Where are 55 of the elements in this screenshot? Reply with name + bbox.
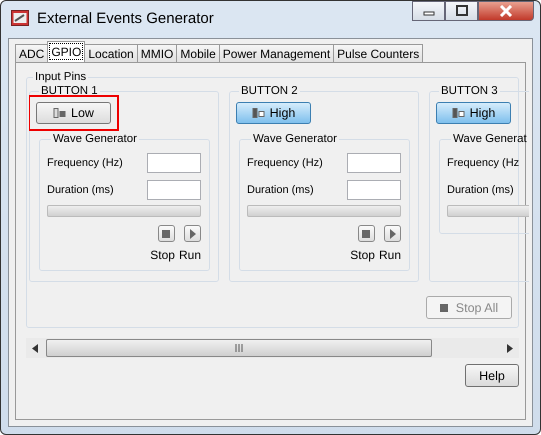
play-button[interactable] <box>384 225 401 242</box>
group-title: Input Pins <box>34 71 88 83</box>
toggle-icon <box>53 108 68 118</box>
toggle-icon <box>452 108 466 118</box>
field-label: Duration (ms) <box>447 184 514 196</box>
toggle-button[interactable]: High <box>236 102 311 124</box>
minimize-button[interactable] <box>412 1 445 21</box>
tab[interactable]: Mobile <box>176 44 220 62</box>
control-label: Stop <box>150 248 175 262</box>
play-button[interactable] <box>184 225 201 242</box>
help-button[interactable]: Help <box>465 364 519 387</box>
scroll-left-icon[interactable] <box>32 344 38 352</box>
field-label: Duration (ms) <box>247 184 314 196</box>
input-field[interactable] <box>347 180 401 200</box>
control-label: Run <box>178 248 201 262</box>
app-icon <box>11 10 29 26</box>
field-label: Frequency (Hz <box>447 156 520 168</box>
tab[interactable]: GPIO <box>47 41 86 62</box>
group-title: Wave Generat <box>452 133 528 145</box>
control-label: Stop <box>350 248 375 262</box>
stop-icon <box>362 230 370 238</box>
group-title: BUTTON 1 <box>40 85 99 97</box>
tab[interactable]: MMIO <box>136 44 178 62</box>
play-icon <box>188 228 196 238</box>
scrollbar-thumb[interactable] <box>46 339 432 357</box>
field-label: Frequency (Hz) <box>47 156 123 168</box>
tab[interactable]: Pulse Counters <box>333 44 424 62</box>
group-title: BUTTON 3 <box>440 85 499 97</box>
toggle-button[interactable]: High <box>436 102 511 124</box>
stop-icon <box>440 304 448 312</box>
stop-icon <box>162 230 170 238</box>
stop-button[interactable] <box>358 225 375 242</box>
tab[interactable]: Location <box>84 44 138 62</box>
window-title: External Events Generator <box>37 10 215 26</box>
group-title: Wave Generator <box>52 133 138 145</box>
scroll-right-icon[interactable] <box>507 344 513 352</box>
horizontal-scrollbar[interactable] <box>26 338 519 358</box>
tab[interactable]: Power Management <box>218 44 334 62</box>
group-title: BUTTON 2 <box>240 85 299 97</box>
field-label: Frequency (Hz) <box>247 156 323 168</box>
input-field[interactable] <box>147 152 201 172</box>
maximize-button[interactable] <box>445 1 478 21</box>
toggle-icon <box>252 108 266 118</box>
close-icon <box>498 5 514 17</box>
group-title: Wave Generator <box>252 133 338 145</box>
tab[interactable]: ADC <box>15 44 48 62</box>
input-field[interactable] <box>147 180 201 200</box>
field-label: Duration (ms) <box>47 184 114 196</box>
control-label: Run <box>378 248 401 262</box>
stop-button[interactable] <box>158 225 175 242</box>
play-icon <box>388 228 396 238</box>
maximize-icon <box>454 5 468 17</box>
input-field[interactable] <box>347 152 401 172</box>
toggle-button[interactable]: Low <box>36 102 111 124</box>
close-button[interactable] <box>478 1 534 21</box>
